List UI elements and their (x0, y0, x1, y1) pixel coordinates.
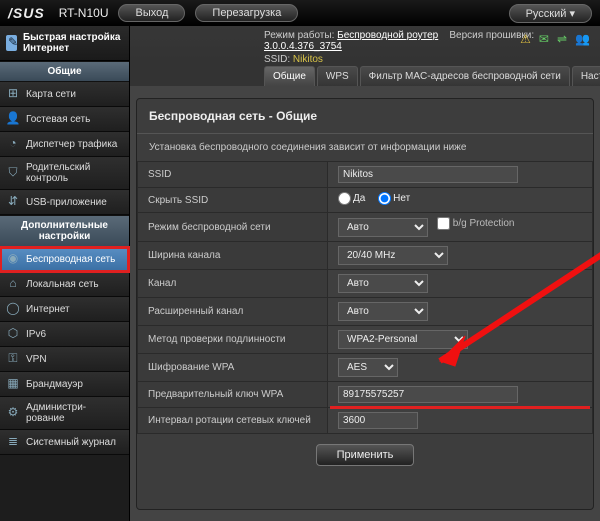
home-icon: ⌂ (6, 277, 20, 291)
globe-icon: ◯ (6, 302, 20, 316)
sidebar-item-label: IPv6 (26, 329, 46, 340)
apply-button[interactable]: Применить (316, 444, 415, 466)
hide-ssid-yes[interactable]: Да (338, 192, 365, 205)
user-icon: 👤 (6, 112, 20, 126)
qis-label: Быстрая настройка Интернет (23, 32, 123, 54)
bg-protection-checkbox[interactable]: b/g Protection (437, 217, 515, 230)
ssid-input[interactable] (338, 166, 518, 183)
comment-icon[interactable]: ✉ (539, 32, 549, 46)
sidebar-item-firewall[interactable]: ▦ Брандмауэр (0, 372, 129, 397)
content-area: Режим работы: Беспроводной роутер Версия… (130, 26, 600, 521)
qis-button[interactable]: Быстрая настройка Интернет (0, 26, 129, 61)
wifi-icon: ◉ (6, 252, 20, 266)
sidebar-item-syslog[interactable]: ≣ Системный журнал (0, 430, 129, 455)
sidebar-item-traffic[interactable]: ◔ Диспетчер трафика (0, 132, 129, 157)
log-icon: ≣ (6, 435, 20, 449)
sidebar-item-label: Родительский контроль (26, 162, 123, 184)
globe-icon: ⊞ (6, 87, 20, 101)
clock-icon: ◔ (6, 137, 20, 151)
wireless-mode-select[interactable]: Авто (338, 218, 428, 237)
row-label: Предварительный ключ WPA (138, 382, 328, 408)
panel-desc: Установка беспроводного соединения завис… (137, 142, 593, 161)
sidebar-item-label: USB-приложение (26, 197, 107, 208)
ext-channel-select[interactable]: Авто (338, 302, 428, 321)
auth-method-select[interactable]: WPA2-Personal (338, 330, 468, 349)
hide-ssid-no[interactable]: Нет (378, 192, 410, 205)
sidebar-item-label: VPN (26, 354, 47, 365)
tab-general[interactable]: Общие (264, 66, 315, 86)
top-bar: /SUS RT-N10U Выход Перезагрузка Русский … (0, 0, 600, 26)
channel-width-select[interactable]: 20/40 MHz (338, 246, 448, 265)
row-label: Расширенный канал (138, 298, 328, 326)
settings-panel: Беспроводная сеть - Общие Установка бесп… (136, 98, 594, 510)
sidebar-item-parental[interactable]: ⛉ Родительский контроль (0, 157, 129, 190)
sidebar-item-usb[interactable]: ⇵ USB-приложение (0, 190, 129, 215)
model-label: RT-N10U (59, 6, 109, 20)
sidebar-item-lan[interactable]: ⌂ Локальная сеть (0, 272, 129, 297)
row-label: Скрыть SSID (138, 188, 328, 213)
channel-select[interactable]: Авто (338, 274, 428, 293)
lock-icon: ⚿ (6, 352, 20, 366)
wpa-key-input[interactable] (338, 386, 518, 403)
sidebar-item-label: Локальная сеть (26, 279, 99, 290)
language-select[interactable]: Русский ▾ (509, 4, 592, 23)
mode-label: Режим работы: (264, 30, 334, 41)
sidebar-item-vpn[interactable]: ⚿ VPN (0, 347, 129, 372)
sidebar-item-label: Администри-рование (26, 402, 123, 424)
wand-icon (6, 35, 17, 51)
alert-icon[interactable]: ⚠ (520, 32, 531, 46)
highlight-underline (330, 406, 590, 409)
row-label: Канал (138, 270, 328, 298)
ipv6-icon: ⬡ (6, 327, 20, 341)
client-icon[interactable]: 👥 (575, 32, 590, 46)
gear-icon: ⚙ (6, 406, 20, 420)
panel-title: Беспроводная сеть - Общие (137, 99, 593, 129)
fire-icon: ▦ (6, 377, 20, 391)
sidebar-item-wireless[interactable]: ◉ Беспроводная сеть (0, 247, 129, 272)
sidebar-item-wan[interactable]: ◯ Интернет (0, 297, 129, 322)
sidebar-item-label: Брандмауэр (26, 379, 83, 390)
sidebar-item-label: Диспетчер трафика (26, 139, 117, 150)
usb-icon: ⇵ (6, 195, 20, 209)
shield-icon: ⛉ (6, 166, 20, 180)
mode-link[interactable]: Беспроводной роутер (337, 30, 438, 41)
tab-macfilter[interactable]: Фильтр MAC-адресов беспроводной сети (360, 66, 570, 86)
row-label: Ширина канала (138, 242, 328, 270)
reboot-button[interactable]: Перезагрузка (195, 4, 298, 22)
sidebar-item-label: Интернет (26, 304, 70, 315)
row-label: SSID (138, 162, 328, 188)
settings-table: SSID Скрыть SSID Да Нет Режим беспроводн… (137, 161, 593, 434)
logout-button[interactable]: Выход (118, 4, 185, 22)
row-label: Режим беспроводной сети (138, 213, 328, 242)
row-label: Метод проверки подлинности (138, 326, 328, 354)
key-rotation-input[interactable] (338, 412, 418, 429)
sidebar-item-label: Гостевая сеть (26, 114, 90, 125)
fw-link[interactable]: 3.0.0.4.376_3754 (264, 41, 342, 52)
tab-radius[interactable]: Настройка RADIUS (572, 66, 600, 86)
wpa-encryption-select[interactable]: AES (338, 358, 398, 377)
sidebar-header-general: Общие (0, 61, 129, 82)
sidebar-item-guest[interactable]: 👤 Гостевая сеть (0, 107, 129, 132)
sidebar-item-label: Беспроводная сеть (26, 254, 115, 265)
sidebar-header-advanced: Дополнительные настройки (0, 215, 129, 247)
sidebar-item-label: Системный журнал (26, 437, 116, 448)
usb-status-icon[interactable]: ⇌ (557, 32, 567, 46)
tab-wps[interactable]: WPS (317, 66, 358, 86)
sidebar-item-admin[interactable]: ⚙ Администри-рование (0, 397, 129, 430)
sidebar: Быстрая настройка Интернет Общие ⊞ Карта … (0, 26, 130, 521)
sidebar-item-label: Карта сети (26, 89, 76, 100)
sidebar-item-network-map[interactable]: ⊞ Карта сети (0, 82, 129, 107)
tabs: Общие WPS Фильтр MAC-адресов беспроводно… (130, 62, 600, 86)
row-label: Шифрование WPA (138, 354, 328, 382)
brand-logo: /SUS (8, 5, 45, 21)
row-label: Интервал ротации сетевых ключей (138, 408, 328, 434)
sidebar-item-ipv6[interactable]: ⬡ IPv6 (0, 322, 129, 347)
